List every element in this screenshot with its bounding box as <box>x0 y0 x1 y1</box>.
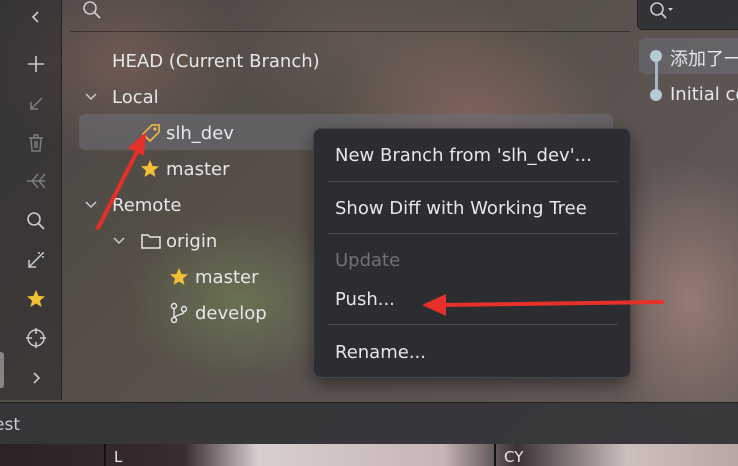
left-toolbar <box>0 0 62 400</box>
status-text: est <box>0 415 20 435</box>
star-icon[interactable] <box>18 282 54 316</box>
commit-row[interactable]: 添加了一 <box>670 45 738 71</box>
menu-separator <box>328 324 618 325</box>
search-dropdown-icon[interactable] <box>648 0 676 28</box>
bottom-label: CY <box>504 448 524 466</box>
tree-remote-group[interactable]: Remote <box>84 188 181 222</box>
commit-node <box>650 50 662 62</box>
background-strip: L CY <box>0 444 738 466</box>
search-icon[interactable] <box>18 204 54 238</box>
folder-icon <box>140 232 166 250</box>
divider <box>494 444 496 466</box>
star-icon <box>140 159 166 179</box>
menu-item-push[interactable]: Push... <box>335 289 395 310</box>
tree-branch-slh-dev[interactable]: slh_dev <box>140 116 234 150</box>
tag-icon <box>140 122 166 144</box>
branch-icon <box>169 302 195 324</box>
branch-context-menu: New Branch from 'slh_dev'... Show Diff w… <box>313 128 631 378</box>
tree-branch-origin-master[interactable]: master <box>169 260 258 294</box>
commit-node <box>650 89 662 101</box>
chevron-down-icon[interactable] <box>112 234 130 248</box>
commit-row[interactable]: Initial co <box>670 84 738 105</box>
divider <box>104 444 106 466</box>
crosshair-icon[interactable] <box>18 321 54 355</box>
compare-icon[interactable] <box>18 243 54 277</box>
chevron-left-icon[interactable] <box>18 0 54 34</box>
status-bar: est <box>0 402 738 444</box>
tree-branch-master-local[interactable]: master <box>140 152 229 186</box>
branch-label: master <box>166 158 230 180</box>
commit-search-field[interactable] <box>637 0 738 30</box>
trash-icon[interactable] <box>18 126 54 160</box>
head-label: HEAD (Current Branch) <box>112 50 320 72</box>
bottom-label: L <box>114 448 123 466</box>
menu-separator <box>328 233 618 234</box>
tool-window-edge <box>0 352 4 388</box>
branch-search-field[interactable] <box>70 0 630 32</box>
menu-item-show-diff[interactable]: Show Diff with Working Tree <box>335 198 587 219</box>
menu-item-update: Update <box>335 250 401 271</box>
tree-branch-origin-develop[interactable]: develop <box>169 296 267 330</box>
tree-remote-origin[interactable]: origin <box>112 224 217 258</box>
branch-label: develop <box>195 302 267 324</box>
branch-label: master <box>195 266 259 288</box>
merge-arrows-icon[interactable] <box>18 164 54 198</box>
remote-label: Remote <box>112 194 182 216</box>
menu-separator <box>328 181 618 182</box>
search-icon <box>82 0 102 24</box>
plus-icon[interactable] <box>18 47 54 81</box>
menu-item-new-branch[interactable]: New Branch from 'slh_dev'... <box>335 145 592 166</box>
chevron-down-icon[interactable] <box>84 90 102 104</box>
chevron-right-icon[interactable] <box>18 361 54 395</box>
local-label: Local <box>112 86 159 108</box>
chevron-down-icon[interactable] <box>84 198 102 212</box>
menu-item-rename[interactable]: Rename... <box>335 342 426 363</box>
remote-name: origin <box>166 230 218 252</box>
tree-local-group[interactable]: Local <box>84 80 159 114</box>
star-icon <box>169 267 195 287</box>
branch-label: slh_dev <box>166 122 234 144</box>
arrow-down-left-icon[interactable] <box>18 87 54 121</box>
tree-head-item[interactable]: HEAD (Current Branch) <box>112 44 320 78</box>
